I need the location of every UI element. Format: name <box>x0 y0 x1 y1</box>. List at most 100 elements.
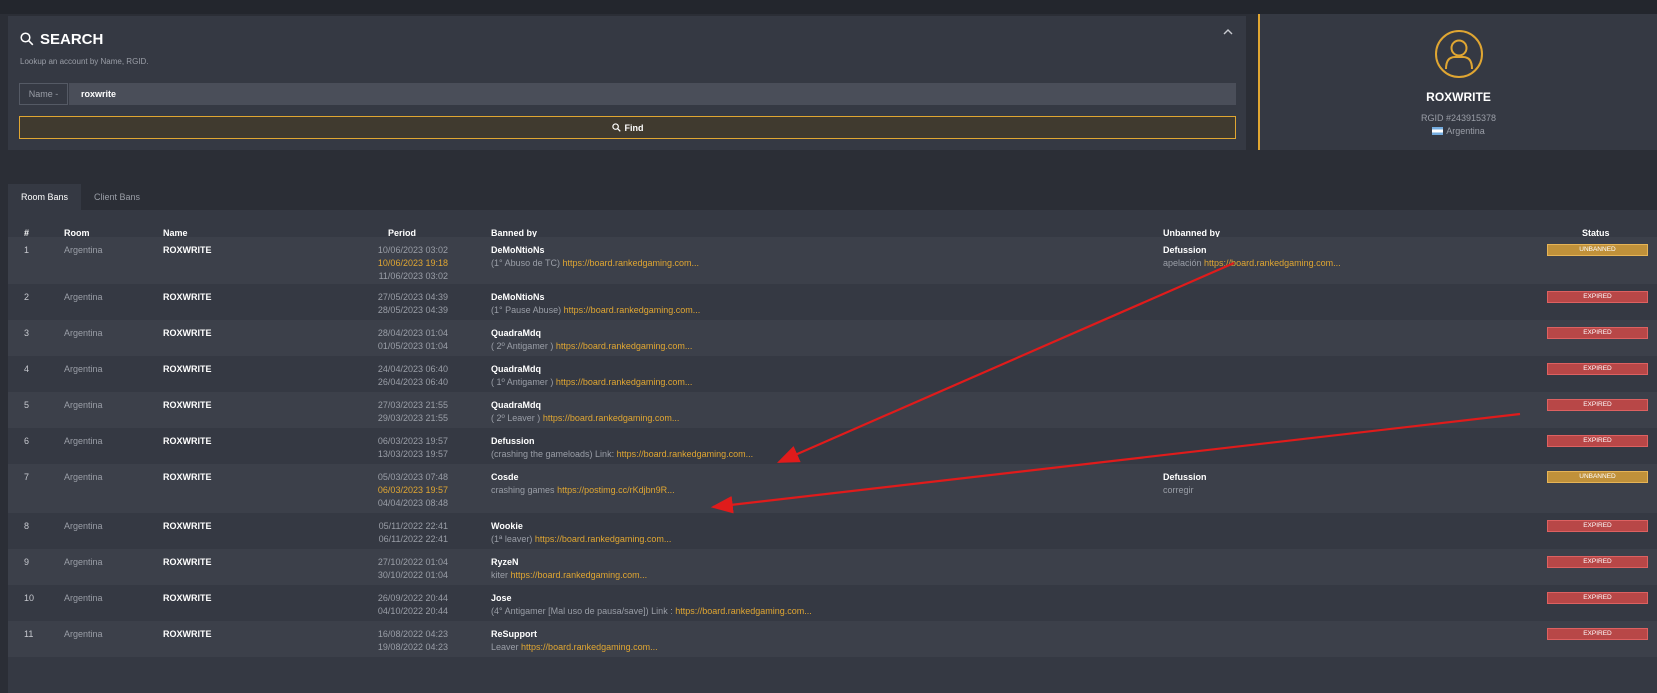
banned-by-name[interactable]: DeMoNtioNs <box>491 244 699 257</box>
status-badge: EXPIRED <box>1547 327 1648 339</box>
row-name[interactable]: ROXWRITE <box>163 327 212 340</box>
banned-by-name[interactable]: QuadraMdq <box>491 363 692 376</box>
ban-link[interactable]: https://board.rankedgaming.com... <box>556 377 693 387</box>
search-type-select[interactable]: Name - <box>19 83 68 105</box>
profile-country: Argentina <box>1260 126 1657 136</box>
status-badge: UNBANNED <box>1547 471 1648 483</box>
table-row: 4 Argentina ROXWRITE 24/04/2023 06:40 26/04/… <box>8 356 1657 392</box>
table-row: 7 Argentina ROXWRITE 05/03/2023 07:48 06/03/… <box>8 464 1657 513</box>
profile-country-label: Argentina <box>1446 126 1485 136</box>
ban-reason: ( 2º Antigamer ) <box>491 341 554 351</box>
row-banned-by: QuadraMdq( 1º Antigamer ) https://board.… <box>491 363 692 389</box>
banned-by-name[interactable]: Cosde <box>491 471 675 484</box>
row-room: Argentina <box>64 436 103 446</box>
row-num: 11 <box>24 629 34 639</box>
banned-by-name[interactable]: ReSupport <box>491 628 658 641</box>
ban-link[interactable]: https://board.rankedgaming.com... <box>556 341 693 351</box>
row-name[interactable]: ROXWRITE <box>163 520 212 533</box>
row-num: 8 <box>24 521 30 531</box>
ban-reason: Leaver <box>491 642 519 652</box>
row-name[interactable]: ROXWRITE <box>163 592 212 605</box>
period-date: 26/09/2022 20:44 <box>377 593 448 603</box>
row-banned-by: ReSupport Leaver https://board.rankedgami… <box>491 628 658 654</box>
row-room: Argentina <box>64 292 103 302</box>
period-date: 10/06/2023 19:18 <box>377 258 448 268</box>
banned-by-name[interactable]: DeMoNtioNs <box>491 291 700 304</box>
banned-by-name[interactable]: Wookie <box>491 520 671 533</box>
unban-reason: apelación <box>1163 258 1202 268</box>
table-row: 5 Argentina ROXWRITE 27/03/2023 21:55 29/03/… <box>8 392 1657 428</box>
ban-reason: ( 1º Antigamer ) <box>491 377 554 387</box>
row-name[interactable]: ROXWRITE <box>163 556 212 569</box>
ban-link[interactable]: https://board.rankedgaming.com... <box>675 606 812 616</box>
table-row: 1 Argentina ROXWRITE 10/06/2023 03:02 10/06/… <box>8 237 1657 284</box>
row-name[interactable]: ROXWRITE <box>163 471 212 484</box>
period-date: 28/05/2023 04:39 <box>377 305 448 315</box>
period-date: 27/05/2023 04:39 <box>377 292 448 302</box>
search-title: SEARCH <box>20 28 103 50</box>
row-banned-by: Wookie (1ª leaver) https://board.rankedga… <box>491 520 671 546</box>
row-room: Argentina <box>64 629 103 639</box>
period-date: 10/06/2023 03:02 <box>377 245 448 255</box>
period-date: 29/03/2023 21:55 <box>377 413 448 423</box>
row-period: 27/03/2023 21:55 29/03/2023 21:55 <box>365 399 448 425</box>
period-date: 19/08/2022 04:23 <box>377 642 448 652</box>
ban-link[interactable]: https://board.rankedgaming.com... <box>564 305 701 315</box>
row-period: 10/06/2023 03:02 10/06/2023 19:18 11/06/20… <box>365 244 448 283</box>
unban-link[interactable]: https://board.rankedgaming.com... <box>1204 258 1341 268</box>
search-input[interactable]: roxwrite <box>69 83 1236 105</box>
banned-by-name[interactable]: Defussion <box>491 435 753 448</box>
row-num: 10 <box>24 593 35 603</box>
row-name[interactable]: ROXWRITE <box>163 244 212 257</box>
ban-link[interactable]: https://board.rankedgaming.com... <box>617 449 754 459</box>
ban-link[interactable]: https://postimg.cc/rKdjbn9R... <box>557 485 675 495</box>
row-unbanned-by: Defussion corregir <box>1163 471 1207 497</box>
row-period: 26/09/2022 20:44 04/10/2022 20:44 <box>365 592 448 618</box>
banned-by-name[interactable]: RyzeN <box>491 556 647 569</box>
tab-client-bans[interactable]: Client Bans <box>81 184 153 210</box>
row-banned-by: DeMoNtioNs (1° Abuso de TC) https://board… <box>491 244 699 270</box>
status-badge: EXPIRED <box>1547 363 1648 375</box>
ban-link[interactable]: https://board.rankedgaming.com... <box>562 258 699 268</box>
row-num: 5 <box>24 400 30 410</box>
period-date: 27/03/2023 21:55 <box>377 400 448 410</box>
ban-reason: ( 2º Leaver ) <box>491 413 541 423</box>
flag-icon <box>1432 127 1444 135</box>
ban-link[interactable]: https://board.rankedgaming.com... <box>511 570 648 580</box>
status-badge: EXPIRED <box>1547 556 1648 568</box>
row-name[interactable]: ROXWRITE <box>163 399 212 412</box>
row-banned-by: Jose (4° Antigamer [Mal uso de pausa/save… <box>491 592 812 618</box>
search-panel: SEARCH Lookup an account by Name, RGID. … <box>8 16 1246 150</box>
row-name[interactable]: ROXWRITE <box>163 435 212 448</box>
row-name[interactable]: ROXWRITE <box>163 628 212 641</box>
period-date: 04/04/2023 08:48 <box>377 498 448 508</box>
status-badge: EXPIRED <box>1547 435 1648 447</box>
ban-link[interactable]: https://board.rankedgaming.com... <box>521 642 658 652</box>
row-period: 28/04/2023 01:04 01/05/2023 01:04 <box>365 327 448 353</box>
row-period: 05/03/2023 07:48 06/03/2023 19:57 04/04/20… <box>365 471 448 510</box>
row-name[interactable]: ROXWRITE <box>163 291 212 304</box>
find-button-label: Find <box>624 122 644 133</box>
row-room: Argentina <box>64 328 103 338</box>
profile-panel: ROXWRITE RGID #243915378 Argentina <box>1258 14 1657 150</box>
tabs: Room Bans Client Bans <box>8 184 153 210</box>
ban-reason: (crashing the gameloads) Link: <box>491 449 615 459</box>
unbanned-by-name[interactable]: Defussion <box>1163 471 1207 484</box>
row-name[interactable]: ROXWRITE <box>163 363 212 376</box>
ban-reason: (1° Abuso de TC) <box>491 258 560 268</box>
chevron-up-icon[interactable] <box>1222 26 1234 38</box>
row-period: 24/04/2023 06:40 26/04/2023 06:40 <box>365 363 448 389</box>
search-icon <box>20 32 34 46</box>
tab-room-bans[interactable]: Room Bans <box>8 184 82 210</box>
ban-link[interactable]: https://board.rankedgaming.com... <box>535 534 672 544</box>
unbanned-by-name[interactable]: Defussion <box>1163 244 1341 257</box>
row-room: Argentina <box>64 245 103 255</box>
banned-by-name[interactable]: QuadraMdq <box>491 399 679 412</box>
banned-by-name[interactable]: QuadraMdq <box>491 327 692 340</box>
row-num: 9 <box>24 557 30 567</box>
ban-link[interactable]: https://board.rankedgaming.com... <box>543 413 680 423</box>
banned-by-name[interactable]: Jose <box>491 592 812 605</box>
status-badge: EXPIRED <box>1547 291 1648 303</box>
period-date: 28/04/2023 01:04 <box>377 328 448 338</box>
find-button[interactable]: Find <box>19 116 1236 139</box>
